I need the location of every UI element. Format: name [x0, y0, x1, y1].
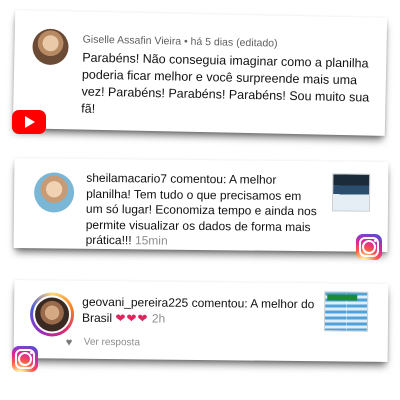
comment-username[interactable]: geovani_pereira225 — [82, 295, 188, 310]
comment-timestamp: • há 5 dias (editado) — [183, 35, 278, 50]
comment-text-block: sheilamacario7 comentou: A melhor planil… — [86, 171, 319, 251]
instagram-logo-icon — [12, 346, 38, 372]
comment-text-block: geovani_pereira225 comentou: A melhor do… — [82, 295, 332, 329]
comment-timestamp: 2h — [151, 310, 166, 326]
comment-meta: Giselle Assafin Vieira • há 5 dias (edit… — [83, 34, 278, 50]
comment-verb: comentou: — [188, 295, 251, 311]
play-icon — [25, 116, 35, 128]
avatar[interactable] — [32, 28, 69, 66]
instagram-comment-card: sheilamacario7 comentou: A melhor planil… — [13, 158, 389, 252]
avatar[interactable] — [29, 292, 75, 337]
post-thumbnail[interactable] — [323, 291, 369, 332]
post-thumbnail[interactable] — [331, 173, 371, 212]
heart-emojis: ❤❤❤ — [115, 310, 149, 325]
comment-verb: comentou: — [166, 171, 230, 187]
instagram-comment-card: geovani_pereira225 comentou: A melhor do… — [13, 280, 389, 362]
youtube-comment-card: Giselle Assafin Vieira • há 5 dias (edit… — [12, 10, 388, 136]
comment-username[interactable]: sheilamacario7 — [86, 171, 167, 186]
like-heart-icon[interactable]: ♥ — [66, 337, 73, 349]
instagram-logo-icon — [356, 234, 382, 260]
comment-timestamp: 15min — [134, 233, 168, 248]
comment-text: Parabéns! Não conseguia imaginar como a … — [81, 50, 370, 116]
youtube-logo-icon — [12, 110, 46, 134]
avatar[interactable] — [33, 172, 75, 213]
view-reply-link[interactable]: Ver resposta — [84, 337, 140, 349]
comment-author[interactable]: Giselle Assafin Vieira — [83, 34, 182, 48]
